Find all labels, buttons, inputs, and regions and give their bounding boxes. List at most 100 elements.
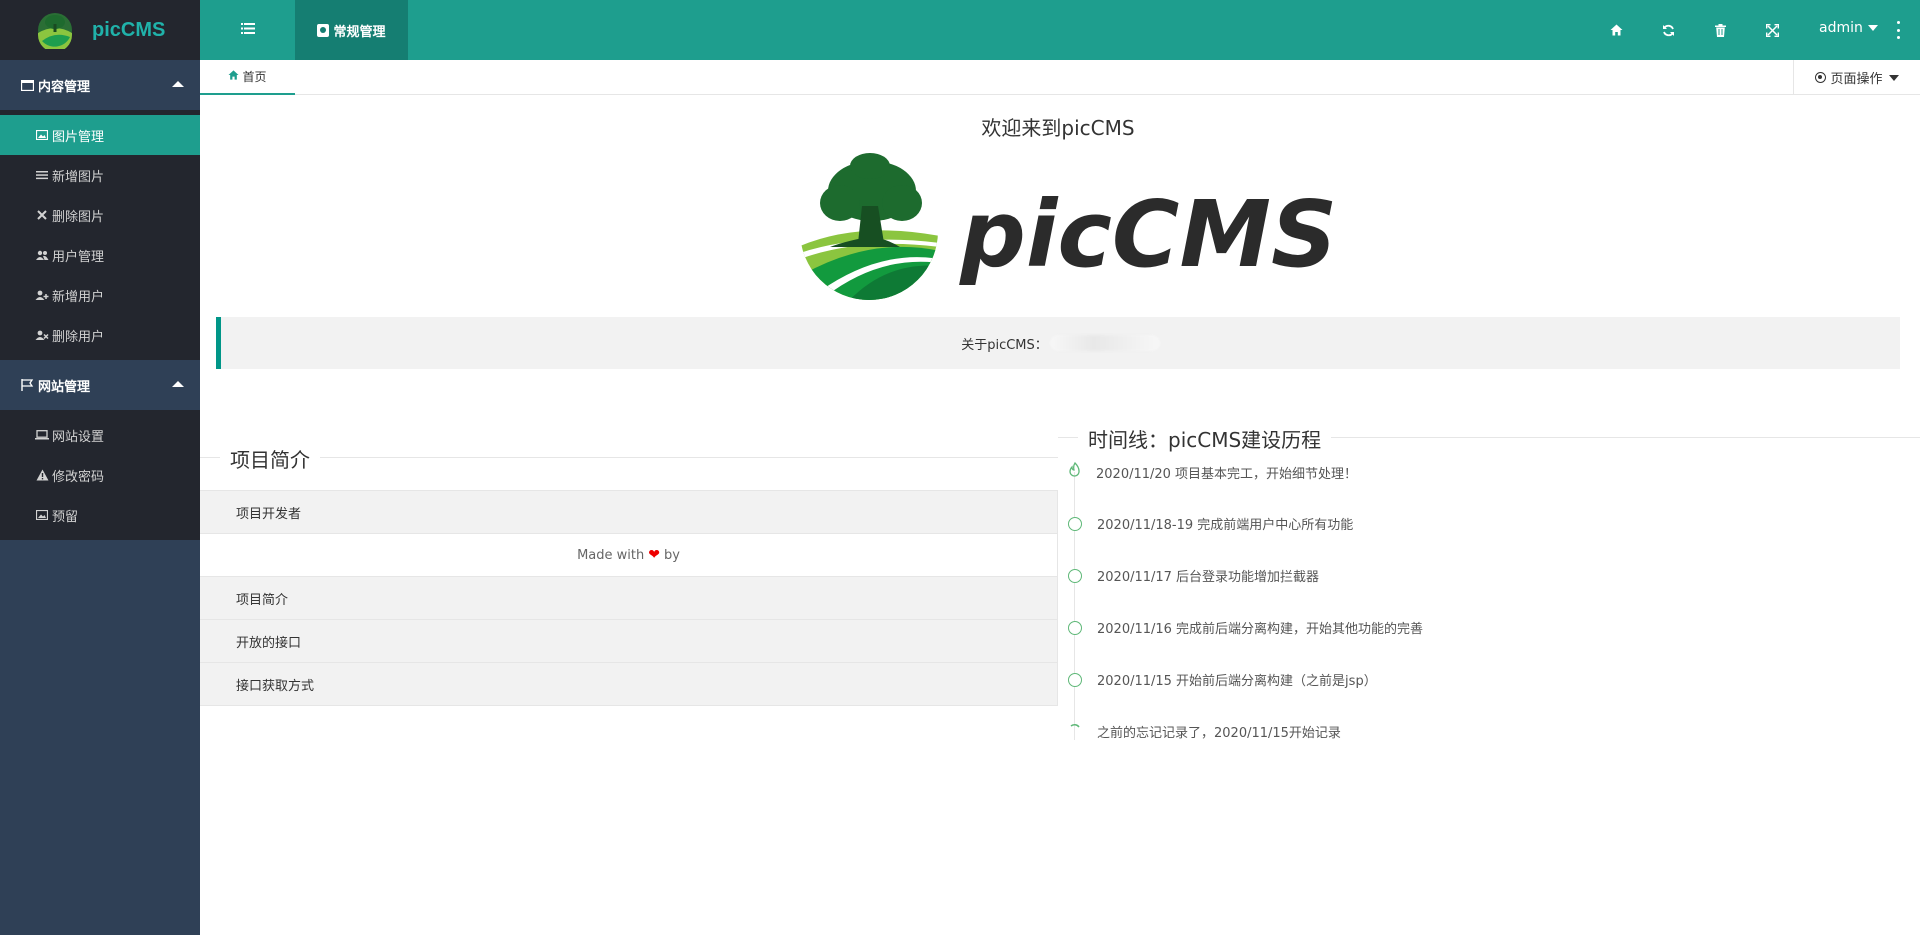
timeline-text: 之前的忘记记录了，2020/11/15开始记录 bbox=[1097, 726, 1341, 741]
made-with-prefix: Made with bbox=[577, 547, 645, 563]
image-icon bbox=[35, 510, 49, 520]
fire-icon bbox=[1068, 461, 1082, 482]
users-icon bbox=[35, 250, 49, 260]
timeline-legend: 时间线：picCMS建设历程 bbox=[1078, 424, 1332, 453]
chevron-down-icon bbox=[1888, 74, 1899, 81]
timeline-item: 2020/11/18-19 完成前端用户中心所有功能 bbox=[1068, 514, 1353, 533]
sidebar-item-user-manage[interactable]: 用户管理 bbox=[0, 235, 200, 275]
brand-logo-icon bbox=[36, 11, 74, 52]
sidebar-item-label: 修改密码 bbox=[52, 469, 105, 485]
made-with-suffix: by bbox=[663, 547, 680, 563]
table-row: 项目简介 bbox=[200, 577, 1058, 620]
row-label: 项目开发者 bbox=[236, 506, 302, 522]
row-label: 开放的接口 bbox=[236, 635, 302, 651]
trash-icon[interactable] bbox=[1708, 18, 1732, 42]
tab-home[interactable]: 首页 bbox=[200, 60, 295, 95]
menu-group-site-head[interactable]: 网站管理 bbox=[0, 360, 200, 410]
sidebar-item-add-user[interactable]: 新增用户 bbox=[0, 275, 200, 315]
sidebar-item-label: 图片管理 bbox=[52, 129, 105, 145]
contact-card-icon bbox=[317, 23, 330, 37]
table-row: 接口获取方式 bbox=[200, 663, 1058, 706]
sidebar-item-label: 网站设置 bbox=[52, 429, 105, 445]
top-tab-label: 常规管理 bbox=[333, 24, 386, 40]
timeline-text: 2020/11/16 完成前后端分离构建，开始其他功能的完善 bbox=[1097, 622, 1424, 637]
home-icon[interactable] bbox=[1604, 18, 1628, 42]
timeline-text: 2020/11/20 项目基本完工，开始细节处理！ bbox=[1096, 466, 1358, 482]
sidebar-item-image-manage[interactable]: 图片管理 bbox=[0, 115, 200, 155]
user-remove-icon bbox=[35, 330, 49, 340]
tab-bar: 首页 页面操作 bbox=[200, 60, 1920, 95]
top-header: 常规管理 admin bbox=[200, 0, 1920, 60]
heart-icon: ❤ bbox=[648, 547, 660, 563]
menu-group-site: 网站管理 网站设置 修改密码 预留 bbox=[0, 360, 200, 540]
row-label: 项目简介 bbox=[236, 592, 289, 608]
piccms-logo: picCMS bbox=[800, 151, 1340, 301]
chevron-down-icon bbox=[1867, 25, 1878, 31]
timeline-text: 2020/11/17 后台登录功能增加拦截器 bbox=[1097, 570, 1320, 585]
sidebar-item-delete-image[interactable]: 删除图片 bbox=[0, 195, 200, 235]
project-legend: 项目简介 bbox=[220, 444, 320, 473]
timeline-fieldset: 时间线：picCMS建设历程 bbox=[1058, 424, 1920, 453]
sidebar-item-change-password[interactable]: 修改密码 bbox=[0, 455, 200, 495]
caret-up-icon bbox=[172, 81, 184, 87]
user-name: admin bbox=[1819, 20, 1863, 36]
logo-area[interactable]: picCMS bbox=[0, 0, 200, 60]
image-icon bbox=[35, 130, 49, 140]
main-content: 欢迎来到picCMS picCMS 关于picCMS： 项目简介 项目开发者 M… bbox=[200, 96, 1920, 935]
page-operations-dropdown[interactable]: 页面操作 bbox=[1793, 60, 1920, 95]
sidebar-item-add-image[interactable]: 新增图片 bbox=[0, 155, 200, 195]
about-banner: 关于picCMS： bbox=[216, 317, 1900, 369]
timeline-item: 2020/11/16 完成前后端分离构建，开始其他功能的完善 bbox=[1068, 618, 1423, 637]
timeline-text: 2020/11/15 开始前后端分离构建（之前是jsp） bbox=[1097, 674, 1377, 689]
timeline-dot-icon bbox=[1068, 672, 1082, 687]
sidebar-item-label: 用户管理 bbox=[52, 249, 105, 265]
top-tab-general[interactable]: 常规管理 bbox=[295, 0, 408, 60]
loading-icon bbox=[1068, 723, 1082, 741]
menu-group-content-head[interactable]: 内容管理 bbox=[0, 60, 200, 110]
timeline-text: 2020/11/18-19 完成前端用户中心所有功能 bbox=[1097, 518, 1354, 533]
sidebar-item-label: 新增图片 bbox=[52, 169, 105, 185]
timeline-item: 2020/11/20 项目基本完工，开始细节处理！ bbox=[1068, 461, 1358, 482]
menu-group-content: 内容管理 图片管理 新增图片 删除图片 用户管理 新增用户 删除用户 bbox=[0, 60, 200, 360]
project-fieldset: 项目简介 bbox=[200, 444, 1058, 473]
sidebar-item-label: 新增用户 bbox=[52, 289, 105, 305]
logo-text: picCMS bbox=[959, 181, 1337, 288]
laptop-icon bbox=[35, 430, 49, 440]
sidebar-item-reserved[interactable]: 预留 bbox=[0, 495, 200, 535]
caret-up-icon bbox=[172, 381, 184, 387]
menu-toggle-button[interactable] bbox=[200, 0, 295, 60]
about-label: 关于picCMS： bbox=[961, 337, 1048, 353]
timeline-item: 之前的忘记记录了，2020/11/15开始记录 bbox=[1068, 722, 1341, 741]
sidebar-item-label: 预留 bbox=[52, 509, 79, 525]
sidebar-item-delete-user[interactable]: 删除用户 bbox=[0, 315, 200, 355]
sidebar-item-site-settings[interactable]: 网站设置 bbox=[0, 415, 200, 455]
project-table: 项目开发者 Made with ❤ by 项目简介 开放的接口 接口获取方式 bbox=[200, 490, 1058, 706]
refresh-icon[interactable] bbox=[1656, 18, 1680, 42]
window-icon bbox=[20, 79, 34, 91]
timeline-item: 2020/11/17 后台登录功能增加拦截器 bbox=[1068, 566, 1319, 585]
user-menu[interactable]: admin bbox=[1819, 20, 1878, 36]
home-icon bbox=[228, 70, 239, 83]
sidebar: picCMS 内容管理 图片管理 新增图片 删除图片 用户管理 新增用户 删除用… bbox=[0, 0, 200, 935]
welcome-title: 欢迎来到picCMS bbox=[981, 116, 1135, 140]
table-row: Made with ❤ by bbox=[200, 534, 1058, 577]
fullscreen-icon[interactable] bbox=[1760, 18, 1784, 42]
sidebar-item-label: 删除用户 bbox=[52, 329, 105, 345]
table-row: 项目开发者 bbox=[200, 491, 1058, 534]
more-vertical-icon[interactable] bbox=[1896, 21, 1900, 39]
tab-home-label: 首页 bbox=[242, 70, 267, 84]
list-icon bbox=[35, 170, 49, 180]
page-operations-label: 页面操作 bbox=[1830, 72, 1883, 87]
row-label: 接口获取方式 bbox=[236, 678, 315, 694]
menu-group-label: 内容管理 bbox=[38, 79, 91, 95]
blurred-text bbox=[1049, 335, 1160, 351]
timeline-dot-icon bbox=[1068, 568, 1082, 583]
brand-name: picCMS bbox=[92, 18, 166, 41]
user-add-icon bbox=[35, 290, 49, 300]
close-icon bbox=[35, 210, 49, 220]
warning-icon bbox=[35, 469, 49, 481]
timeline-axis bbox=[1074, 472, 1075, 740]
flag-icon bbox=[20, 379, 34, 391]
timeline-item: 2020/11/15 开始前后端分离构建（之前是jsp） bbox=[1068, 670, 1377, 689]
sidebar-item-label: 删除图片 bbox=[52, 209, 105, 225]
